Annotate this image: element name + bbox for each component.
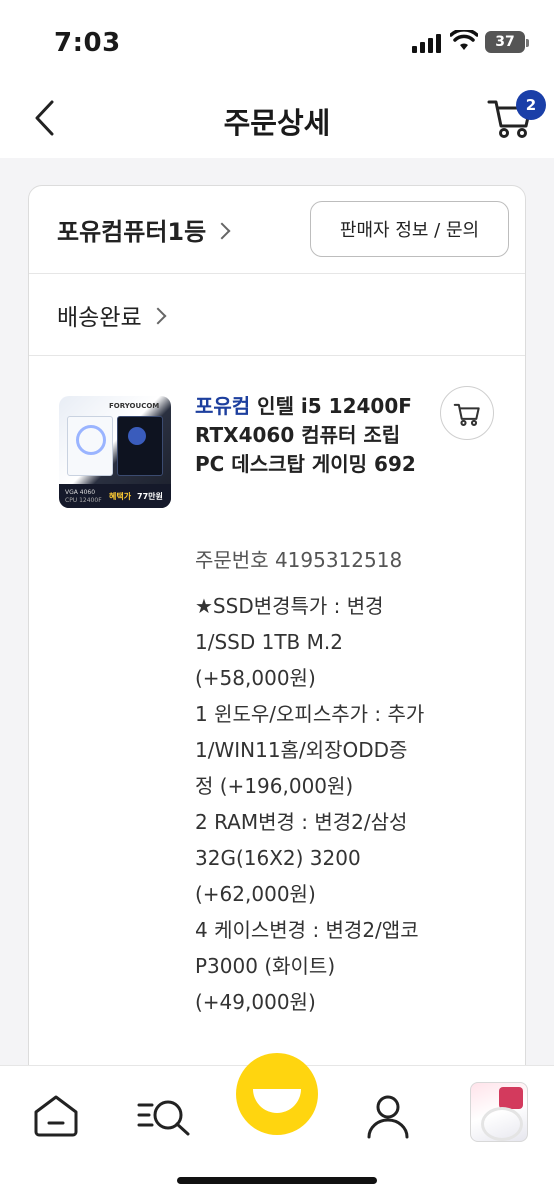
chevron-right-icon	[149, 307, 167, 325]
option-item: 4 케이스변경 : 변경2/앱코 P3000 (화이트) (+49,000원)	[195, 918, 419, 1014]
product-title[interactable]: 포유컴 인텔 i5 12400F RTX4060 컴퓨터 조립PC 데스크탑 게…	[195, 392, 425, 479]
seller-row: 포유컴퓨터1등 판매자 정보 / 문의	[29, 186, 525, 274]
seller-info-button[interactable]: 판매자 정보 / 문의	[310, 201, 509, 257]
nav-recent-product[interactable]	[470, 1082, 528, 1142]
nav-search[interactable]	[134, 1086, 194, 1146]
nav-bar: 주문상세 2	[0, 88, 554, 158]
home-icon	[34, 1095, 78, 1137]
search-list-icon	[137, 1100, 190, 1136]
page-title: 주문상세	[223, 106, 331, 140]
battery-icon: 37	[485, 31, 529, 53]
home-indicator	[177, 1177, 377, 1184]
thumb-price-label: 혜택가	[109, 492, 132, 501]
product-brand: 포유컴	[195, 394, 251, 418]
thumb-spec-vga: VGA 4060	[65, 489, 96, 496]
product-thumbnail[interactable]: FORYOUCOM VGA 4060 CPU 12400F 혜택가 77만원	[59, 396, 171, 508]
delivery-status-row: 배송완료	[29, 274, 525, 356]
delivery-status: 배송완료	[57, 305, 142, 331]
order-card: 포유컴퓨터1등 판매자 정보 / 문의 배송완료 FORYOUCOM VGA 4…	[28, 185, 526, 1105]
thumb-price: 77만원	[137, 492, 163, 501]
pc-case-black-image	[117, 416, 163, 476]
user-icon	[367, 1095, 409, 1139]
cart-count-badge: 2	[516, 90, 546, 120]
signal-icon	[412, 34, 441, 53]
wifi-icon	[449, 28, 479, 56]
add-to-cart-button[interactable]	[440, 386, 494, 440]
order-number: 주문번호 4195312518	[195, 548, 403, 572]
pc-case-white-image	[67, 416, 113, 476]
seller-name: 포유컴퓨터1등	[57, 218, 207, 246]
option-item: 2 RAM변경 : 변경2/삼성32G(16X2) 3200 (+62,000원…	[195, 810, 408, 906]
cart-icon	[453, 403, 480, 426]
nav-home[interactable]	[26, 1086, 86, 1146]
nav-center-button[interactable]	[236, 1053, 318, 1135]
option-list: ★SSD변경특가 : 변경1/SSD 1TB M.2 (+58,000원) 1 …	[195, 588, 425, 1020]
option-item: 1 윈도우/오피스추가 : 추가1/WIN11홈/외장ODD증정 (+196,0…	[195, 702, 425, 798]
option-item: ★SSD변경특가 : 변경1/SSD 1TB M.2 (+58,000원)	[195, 594, 384, 690]
delivery-status-link[interactable]: 배송완료	[57, 298, 167, 332]
status-bar: 7:03 37	[0, 0, 554, 88]
status-time: 7:03	[54, 28, 121, 58]
thumb-spec-cpu: CPU 12400F	[65, 497, 102, 504]
chevron-right-icon	[213, 222, 231, 239]
seller-link[interactable]: 포유컴퓨터1등	[57, 212, 231, 247]
nav-my[interactable]	[358, 1086, 418, 1146]
thumb-brand: FORYOUCOM	[109, 402, 160, 410]
